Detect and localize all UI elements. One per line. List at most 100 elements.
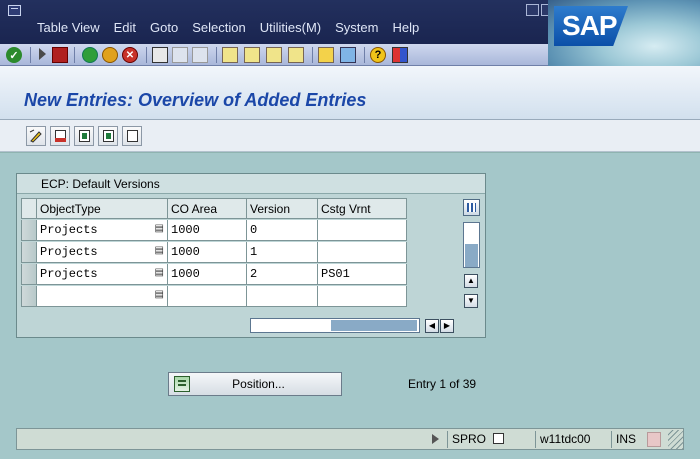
version-field[interactable]: 2 — [247, 264, 318, 285]
table-row: Projects ▤ 1000 0 — [21, 220, 407, 241]
objecttype-field[interactable]: ▤ — [37, 286, 168, 307]
command-field-icon[interactable] — [39, 48, 46, 60]
toolbar-separator — [216, 47, 217, 63]
table-row: Projects ▤ 1000 2 PS01 — [21, 264, 407, 285]
vertical-scroll-thumb[interactable] — [465, 244, 478, 267]
objecttype-field[interactable]: Projects ▤ — [37, 264, 168, 285]
deselect-all-icon — [126, 130, 138, 142]
save-icon[interactable] — [52, 47, 68, 63]
co-area-field[interactable]: 1000 — [168, 264, 247, 285]
select-block-button[interactable] — [98, 126, 118, 146]
cstg-vrnt-field[interactable] — [318, 286, 407, 307]
find-icon[interactable] — [172, 47, 188, 63]
version-field[interactable]: 0 — [247, 220, 318, 241]
title-bar: New Entries: Overview of Added Entries — [0, 66, 700, 120]
column-header-version[interactable]: Version — [247, 198, 318, 219]
delete-icon — [54, 130, 66, 142]
menu-system[interactable]: System — [328, 20, 385, 35]
cstg-vrnt-field[interactable]: PS01 — [318, 264, 407, 285]
horizontal-scrollbar[interactable] — [250, 318, 420, 333]
vertical-scrollbar[interactable]: ▲ ▼ — [463, 222, 480, 320]
table-row: Projects ▤ 1000 1 — [21, 242, 407, 263]
scroll-right-icon[interactable]: ▶ — [440, 319, 454, 333]
table-header-row: ObjectType CO Area Version Cstg Vrnt — [21, 198, 407, 219]
back-icon[interactable] — [82, 47, 98, 63]
change-display-button[interactable] — [26, 126, 46, 146]
version-field[interactable]: 1 — [247, 242, 318, 263]
horizontal-scroll-buttons: ◀ ▶ — [425, 319, 454, 333]
row-selector[interactable] — [21, 220, 37, 241]
position-icon — [174, 376, 190, 392]
scroll-down-icon[interactable]: ▼ — [464, 294, 478, 308]
objecttype-field[interactable]: Projects ▤ — [37, 220, 168, 241]
menu-selection[interactable]: Selection — [185, 20, 252, 35]
f4-help-icon[interactable]: ▤ — [155, 267, 164, 278]
f4-help-icon[interactable]: ▤ — [155, 289, 164, 300]
co-area-field[interactable]: 1000 — [168, 242, 247, 263]
column-header-cstg-vrnt[interactable]: Cstg Vrnt — [318, 198, 407, 219]
select-all-button[interactable] — [74, 126, 94, 146]
toolbar-separator — [146, 47, 147, 63]
deselect-all-button[interactable] — [122, 126, 142, 146]
row-selector[interactable] — [21, 286, 37, 307]
find-next-icon[interactable] — [192, 47, 208, 63]
toolbar-separator — [312, 47, 313, 63]
previous-page-icon[interactable] — [244, 47, 260, 63]
toolbar-separator — [30, 47, 31, 63]
position-button[interactable]: Position... — [168, 372, 342, 396]
horizontal-scroll-thumb[interactable] — [331, 320, 417, 331]
select-block-icon — [102, 130, 114, 142]
co-area-field[interactable]: 1000 — [168, 220, 247, 241]
f4-help-icon[interactable]: ▤ — [155, 223, 164, 234]
row-selector[interactable] — [21, 264, 37, 285]
minimize-icon[interactable] — [526, 4, 539, 16]
objecttype-value: Projects — [40, 245, 98, 259]
f4-help-icon[interactable]: ▤ — [155, 245, 164, 256]
row-selector[interactable] — [21, 242, 37, 263]
print-icon[interactable] — [152, 47, 168, 63]
enter-icon[interactable]: ✓ — [6, 47, 22, 63]
vertical-scroll-track[interactable] — [463, 222, 480, 268]
objecttype-field[interactable]: Projects ▤ — [37, 242, 168, 263]
show-system-info-icon[interactable] — [432, 434, 439, 444]
menu-utilities[interactable]: Utilities(M) — [253, 20, 328, 35]
next-page-icon[interactable] — [266, 47, 282, 63]
cancel-icon[interactable]: ✕ — [122, 47, 138, 63]
work-area: ECP: Default Versions ObjectType CO Area… — [0, 153, 700, 426]
objecttype-value: Projects — [40, 223, 98, 237]
toolbar-separator — [364, 47, 365, 63]
sap-logo-text: SAP — [562, 10, 618, 41]
scroll-up-icon[interactable]: ▲ — [464, 274, 478, 288]
last-page-icon[interactable] — [288, 47, 304, 63]
cstg-vrnt-field[interactable] — [318, 220, 407, 241]
column-header-co-area[interactable]: CO Area — [168, 198, 247, 219]
exit-icon[interactable] — [102, 47, 118, 63]
shortcut-icon[interactable] — [340, 47, 356, 63]
table-control: ECP: Default Versions ObjectType CO Area… — [16, 173, 486, 338]
column-header-objecttype[interactable]: ObjectType — [37, 198, 168, 219]
session-list-icon[interactable] — [493, 433, 505, 444]
status-bar-inner: SPRO w11tdc00 INS — [16, 428, 684, 450]
menu-table-view[interactable]: Table View — [30, 20, 107, 35]
menu-edit[interactable]: Edit — [107, 20, 143, 35]
transaction-code[interactable]: SPRO — [447, 431, 533, 448]
table-title: ECP: Default Versions — [17, 174, 485, 194]
customize-layout-icon[interactable] — [392, 47, 408, 63]
create-session-icon[interactable] — [318, 47, 334, 63]
scroll-left-icon[interactable]: ◀ — [425, 319, 439, 333]
cstg-vrnt-field[interactable] — [318, 242, 407, 263]
toolbar-separator — [74, 47, 75, 63]
menu-help[interactable]: Help — [385, 20, 426, 35]
insert-mode[interactable]: INS — [611, 431, 645, 448]
version-field[interactable] — [247, 286, 318, 307]
table-settings-icon[interactable] — [463, 199, 480, 216]
delete-button[interactable] — [50, 126, 70, 146]
first-page-icon[interactable] — [222, 47, 238, 63]
resize-grip-icon[interactable] — [668, 430, 684, 449]
menu-goto[interactable]: Goto — [143, 20, 185, 35]
position-button-label: Position... — [232, 377, 285, 391]
help-icon[interactable]: ? — [370, 47, 386, 63]
system-menu-icon[interactable] — [8, 5, 21, 16]
select-all-rows-button[interactable] — [21, 198, 37, 219]
co-area-field[interactable] — [168, 286, 247, 307]
